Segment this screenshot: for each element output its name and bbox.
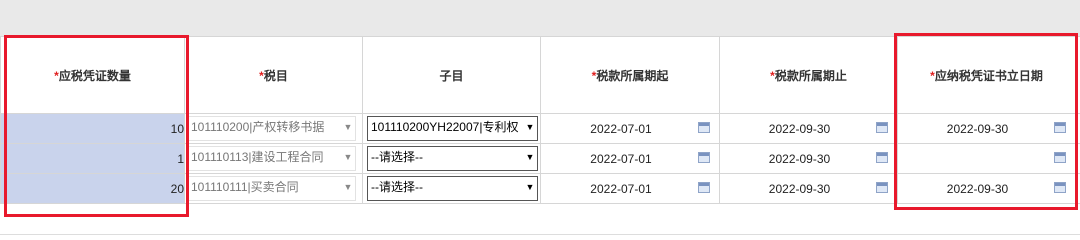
table-row: 10 101110200|产权转移书据 ▼ 101110200YH22007|专利… [0,113,1080,144]
issue-date-field[interactable]: 2022-09-30 [897,113,1076,144]
item-select[interactable]: 101110200|产权转移书据 ▼ [187,116,356,141]
calendar-icon[interactable] [698,152,710,163]
chevron-down-icon: ▼ [523,117,537,138]
header-qty: *应税凭证数量 [0,36,185,114]
tax-voucher-table: *应税凭证数量 *税目 子目 *税款所属期起 *税款所属期止 *应纳税凭证书立日… [0,36,1080,204]
chevron-down-icon: ▼ [341,177,355,198]
subitem-select[interactable]: --请选择-- ▼ [367,146,538,171]
chevron-down-icon: ▼ [523,147,537,168]
end-date-field[interactable]: 2022-09-30 [719,143,898,174]
chevron-down-icon: ▼ [341,147,355,168]
chevron-down-icon: ▼ [341,117,355,138]
header-item: *税目 [184,36,363,114]
item-select[interactable]: 101110113|建设工程合同 ▼ [187,146,356,171]
end-date-field[interactable]: 2022-09-30 [719,113,898,144]
chevron-down-icon: ▼ [523,177,537,198]
item-cell: 101110113|建设工程合同 ▼ [184,143,363,174]
calendar-icon[interactable] [876,122,888,133]
issue-date-field[interactable]: 2022-09-30 [897,173,1076,204]
qty-input[interactable]: 10 [0,113,185,144]
start-date-field[interactable]: 2022-07-01 [540,173,720,204]
row-spacer [1075,173,1080,204]
qty-input[interactable]: 1 [0,143,185,174]
start-date-field[interactable]: 2022-07-01 [540,113,720,144]
item-cell: 101110111|买卖合同 ▼ [184,173,363,204]
header-subitem: 子目 [362,36,541,114]
calendar-icon[interactable] [876,152,888,163]
subitem-cell: --请选择-- ▼ [362,173,541,204]
calendar-icon[interactable] [698,182,710,193]
row-spacer [1075,143,1080,174]
calendar-icon[interactable] [1054,122,1066,133]
table-row: 20 101110111|买卖合同 ▼ --请选择-- ▼ 2022-07-01 2… [0,173,1080,204]
table-row: 1 101110113|建设工程合同 ▼ --请选择-- ▼ 2022-07-01 … [0,143,1080,174]
end-date-field[interactable]: 2022-09-30 [719,173,898,204]
calendar-icon[interactable] [1054,182,1066,193]
header-start: *税款所属期起 [540,36,720,114]
calendar-icon[interactable] [876,182,888,193]
subitem-select[interactable]: 101110200YH22007|专利权 ▼ [367,116,538,141]
issue-date-field[interactable] [897,143,1076,174]
header-date: *应纳税凭证书立日期 [897,36,1076,114]
subitem-cell: --请选择-- ▼ [362,143,541,174]
start-date-field[interactable]: 2022-07-01 [540,143,720,174]
calendar-icon[interactable] [1054,152,1066,163]
divider [0,234,1080,235]
subitem-cell: 101110200YH22007|专利权 ▼ [362,113,541,144]
row-spacer [1075,113,1080,144]
item-cell: 101110200|产权转移书据 ▼ [184,113,363,144]
top-toolbar [0,0,1080,37]
subitem-select[interactable]: --请选择-- ▼ [367,176,538,201]
calendar-icon[interactable] [698,122,710,133]
item-select[interactable]: 101110111|买卖合同 ▼ [187,176,356,201]
qty-input[interactable]: 20 [0,173,185,204]
header-spacer [1075,36,1080,114]
header-end: *税款所属期止 [719,36,898,114]
